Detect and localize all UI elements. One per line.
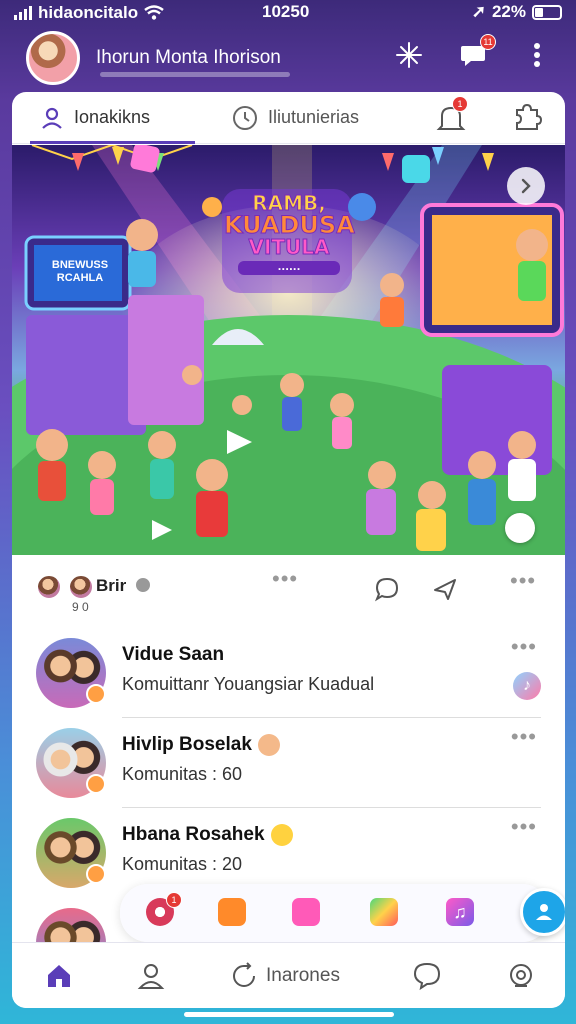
person-icon	[137, 964, 165, 989]
app-tray: 1 ♫	[120, 884, 565, 942]
home-indicator[interactable]	[184, 1012, 394, 1017]
list-item-name: Hbana Rosahek	[122, 824, 293, 846]
tab-label: Ionakikns	[74, 107, 151, 127]
puzzle-icon	[516, 103, 543, 130]
list-item-sub: Komunitas : 60	[122, 764, 243, 784]
tab-profile[interactable]: Ionakikns	[40, 92, 150, 144]
wifi-icon	[144, 5, 164, 20]
nav-settings[interactable]	[506, 959, 536, 993]
photos-app-icon[interactable]	[370, 898, 398, 926]
post-options-icon[interactable]: •••	[272, 566, 298, 592]
message-icon	[413, 962, 441, 991]
active-tab-indicator	[30, 141, 195, 144]
bottom-nav: Inarones	[12, 942, 565, 1008]
clock-icon	[233, 105, 257, 130]
settings-icon	[510, 964, 532, 987]
hero-title-line3: VITULA	[248, 235, 330, 259]
chevron-right-icon	[521, 178, 531, 194]
refresh-icon	[233, 962, 255, 987]
carrier-name: hidaoncitalo	[38, 3, 139, 22]
hero-title-line2: KUADUSA	[224, 211, 356, 239]
list-item[interactable]: Vidue Saan Komuittanr Youangsiar Kuadual…	[12, 628, 565, 718]
more-horizontal-icon[interactable]: •••	[510, 568, 536, 594]
avatar-badge	[86, 774, 106, 794]
more-vertical-icon[interactable]	[520, 38, 554, 72]
hero-title: RAMB, KUADUSA VITULA ......	[224, 191, 356, 275]
tab-history[interactable]: Iliutunierias	[232, 92, 359, 144]
nav-discover[interactable]: Inarones	[230, 959, 340, 993]
list-item-name: Hivlip Boselak	[122, 734, 280, 756]
hero-banner-image[interactable]: RAMB, KUADUSA VITULA ...... BNEWUSS RCAH…	[12, 145, 565, 555]
arcade-screen-line1: BNEWUSS	[51, 259, 109, 271]
user-icon	[42, 107, 62, 129]
person-plus-icon	[536, 904, 552, 920]
reaction-button[interactable]	[505, 513, 535, 543]
notifications-button[interactable]: 1	[436, 96, 468, 139]
nav-profile[interactable]	[136, 959, 166, 993]
battery-icon	[532, 4, 562, 20]
mail-app-icon[interactable]	[292, 898, 320, 926]
puzzle-button[interactable]	[512, 102, 543, 137]
profile-avatar[interactable]	[26, 31, 80, 85]
nav-home[interactable]	[44, 959, 74, 993]
post-avatar[interactable]	[68, 574, 94, 600]
hero-title-sub: ......	[238, 261, 340, 275]
post-sub: 9 0	[72, 600, 89, 614]
avatar-badge	[86, 864, 106, 884]
nav-label: Inarones	[266, 965, 340, 986]
flash-app-icon[interactable]	[218, 898, 246, 926]
compose-button[interactable]	[520, 888, 565, 936]
post-avatar[interactable]	[36, 574, 62, 600]
music-app-icon[interactable]: ♫	[446, 898, 474, 926]
more-horizontal-icon[interactable]: •••	[511, 634, 537, 660]
top-header: Ihorun Monta Ihorison 11	[0, 28, 576, 88]
tab-label: Iliutunierias	[268, 107, 360, 127]
chat-badge: 11	[480, 34, 496, 50]
bell-badge: 1	[452, 96, 468, 112]
list-item-name-text: Hivlip Boselak	[122, 734, 252, 756]
main-card: Ionakikns Iliutunierias 1 RAMB, KUADUSA …	[12, 92, 565, 1008]
tab-bar: Ionakikns Iliutunierias 1	[12, 92, 565, 144]
clock: 10250	[262, 2, 310, 21]
emoji-icon	[257, 734, 280, 756]
sparkle-off-icon[interactable]	[392, 38, 426, 72]
list-item-sub: Komuittanr Youangsiar Kuadual	[122, 674, 375, 694]
list-item-name: Vidue Saan	[122, 644, 225, 665]
share-icon[interactable]	[432, 576, 458, 607]
post-author[interactable]: Brir	[96, 576, 126, 596]
avatar-badge	[86, 684, 106, 704]
emoji-icon	[270, 824, 293, 846]
title-underline	[100, 72, 290, 77]
location-icon: ➚	[471, 2, 486, 21]
more-horizontal-icon[interactable]: •••	[511, 814, 537, 840]
hero-title-line1: RAMB,	[252, 191, 327, 215]
tray-badge: 1	[166, 892, 182, 908]
chat-button[interactable]: 11	[456, 34, 496, 72]
signal-icon	[14, 6, 32, 20]
verified-icon	[134, 576, 152, 594]
home-icon	[48, 965, 70, 987]
header-title: Ihorun Monta Ihorison	[96, 47, 281, 68]
post-meta-bar: Brir 9 0 ••• •••	[12, 564, 565, 614]
comment-icon[interactable]	[374, 576, 400, 607]
list-item-sub: Komunitas : 20	[122, 854, 243, 874]
status-bar: hidaoncitalo 10250 ➚ 22%	[0, 0, 576, 26]
next-slide-button[interactable]	[507, 167, 545, 205]
music-note-icon: ♪	[513, 672, 541, 700]
nav-messages[interactable]	[412, 959, 442, 993]
list-item-name-text: Hbana Rosahek	[122, 824, 265, 846]
more-horizontal-icon[interactable]: •••	[511, 724, 537, 750]
arcade-screen-text: BNEWUSS RCAHLA	[36, 259, 124, 285]
battery-percent: 22%	[491, 2, 526, 21]
arcade-screen-line2: RCAHLA	[56, 272, 104, 285]
list-item[interactable]: Hivlip Boselak Komunitas : 60 •••	[12, 718, 565, 808]
